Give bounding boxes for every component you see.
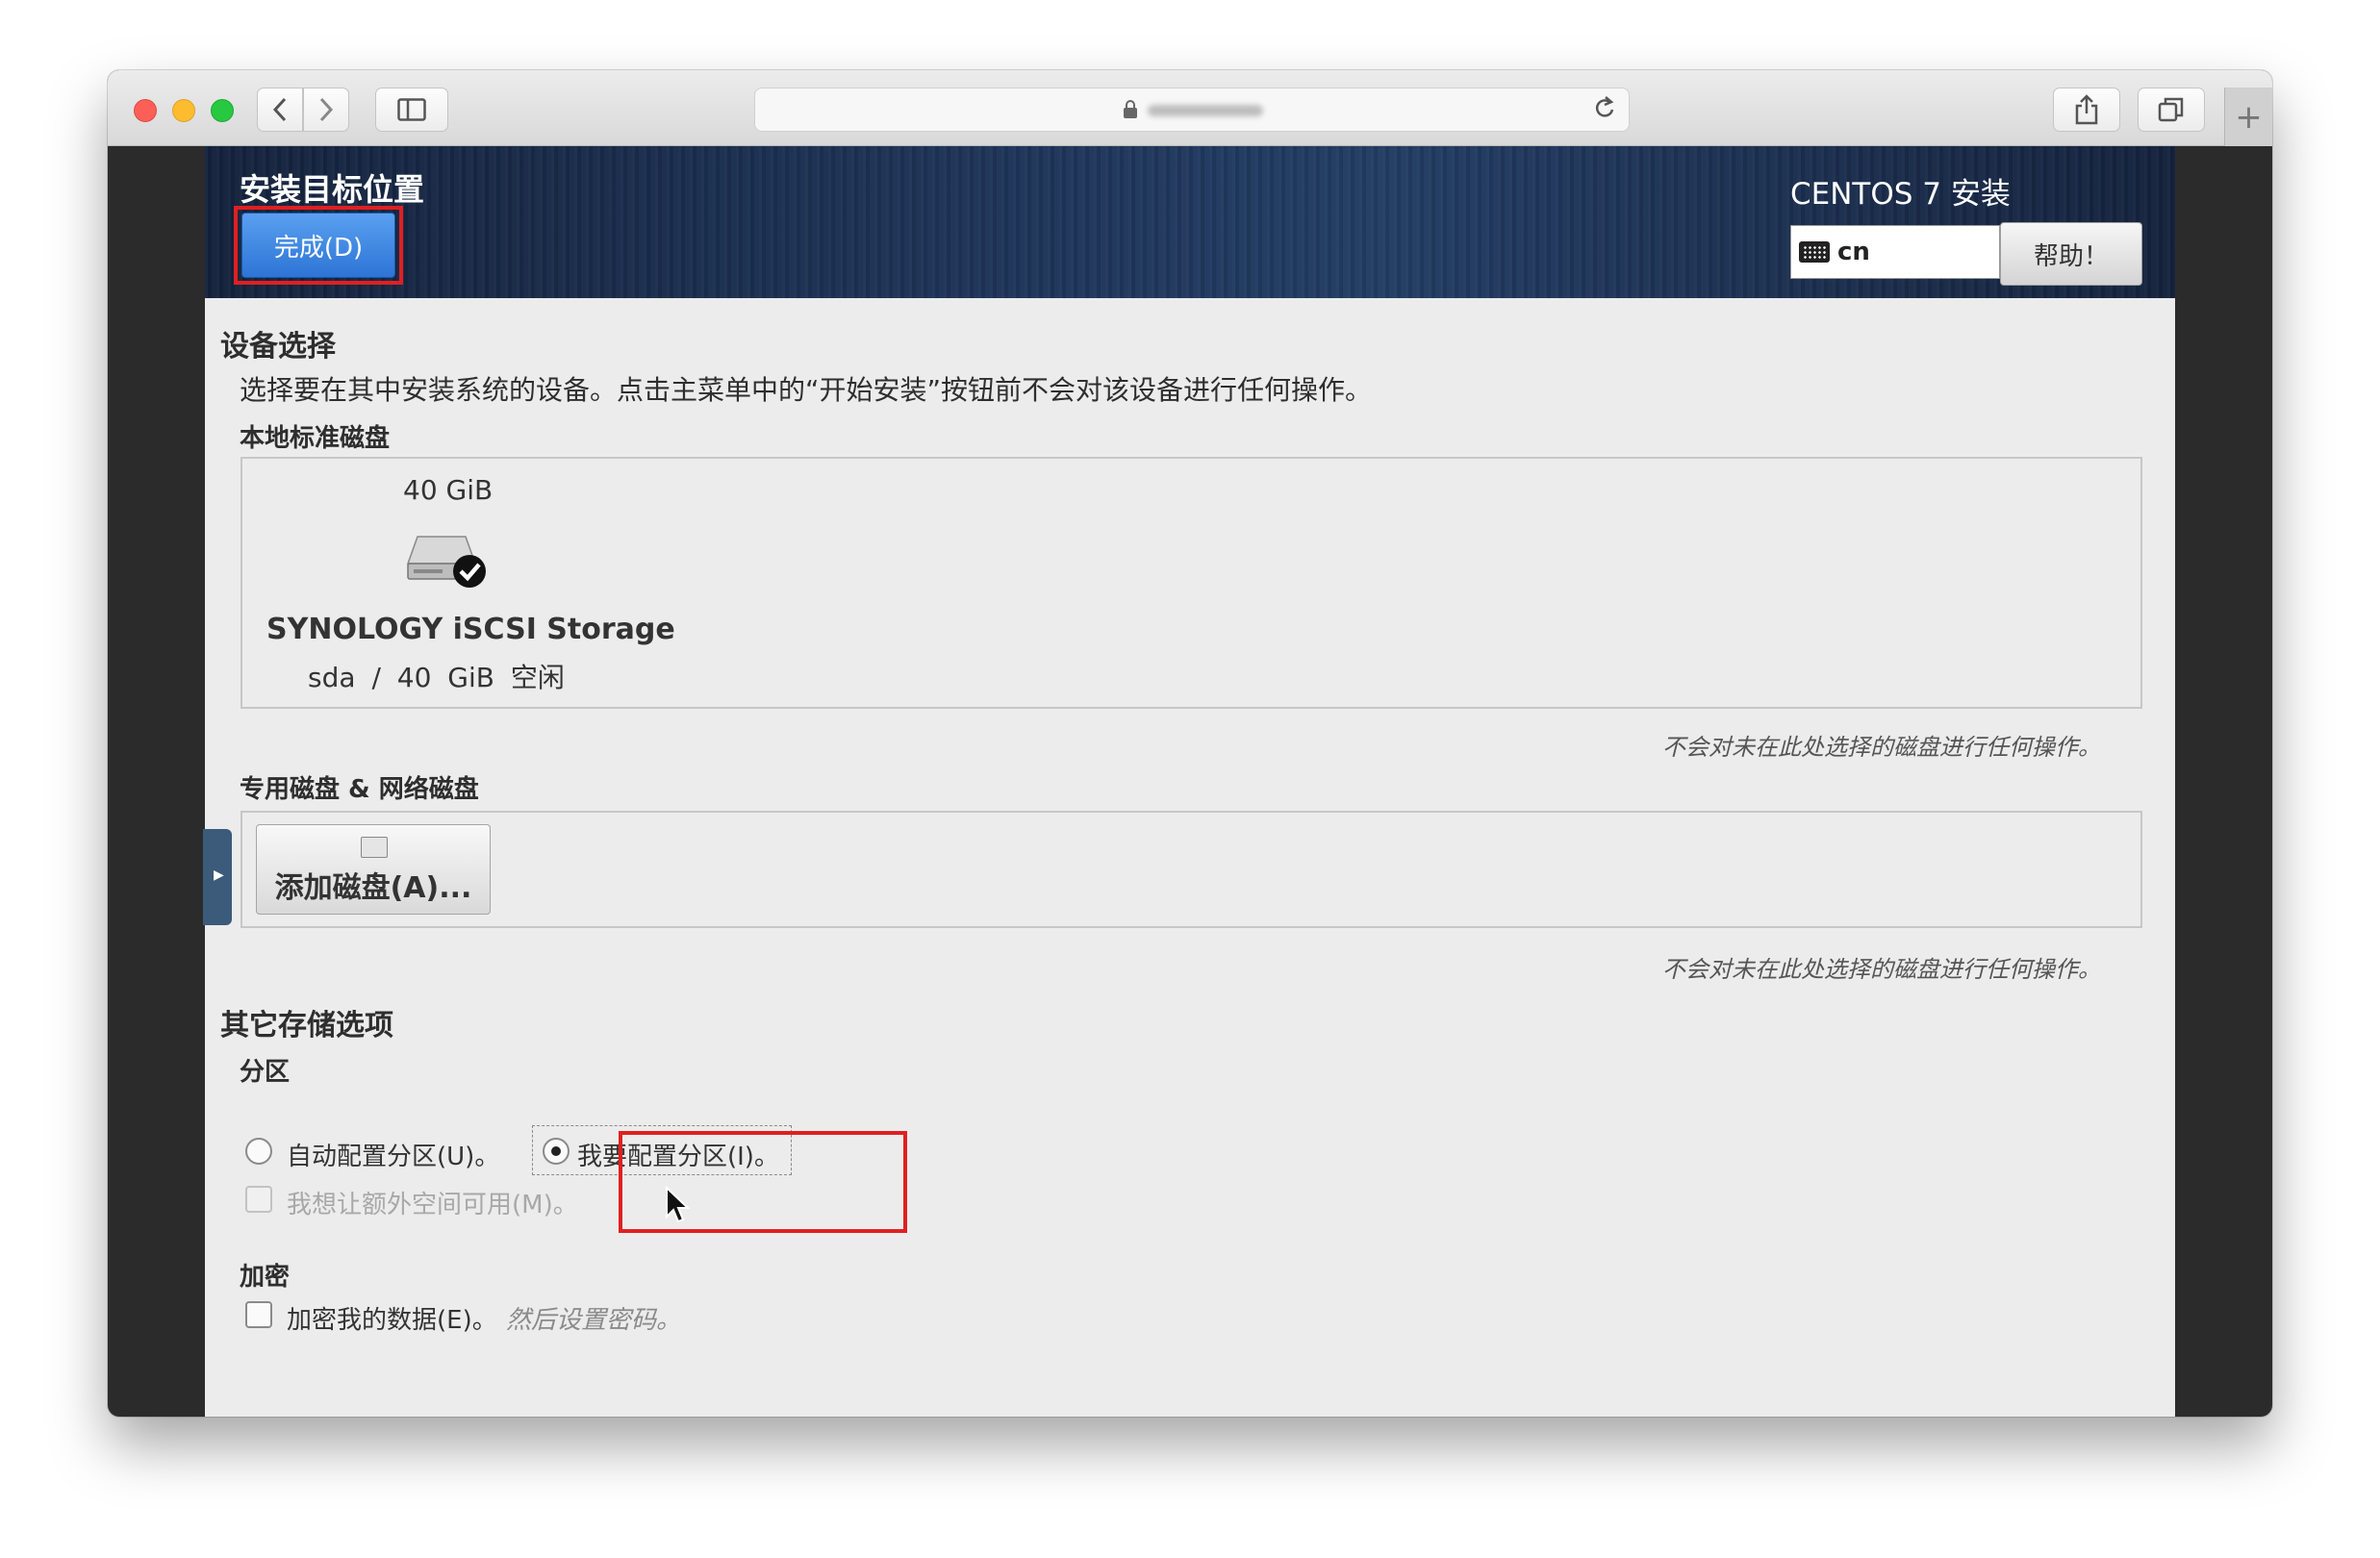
add-disk-label: 添加磁盘(A)... [274, 871, 472, 905]
mouse-cursor-icon [666, 1186, 690, 1223]
auto-partition-label[interactable]: 自动配置分区(U)。 [287, 1137, 499, 1172]
keyboard-layout-label: cn [1837, 238, 1870, 266]
new-tab-button[interactable]: + [2224, 88, 2272, 146]
hard-disk-selected-icon [406, 536, 486, 588]
extra-space-label: 我想让额外空间可用(M)。 [287, 1191, 578, 1219]
browser-window: + ▶ 安装目标位置 完成(D) CENTOS 7 安装 cn 帮助！ 设备选择… [108, 70, 2272, 1417]
installer-area: ▶ 安装目标位置 完成(D) CENTOS 7 安装 cn 帮助！ 设备选择 选… [203, 146, 2175, 1417]
close-window-button[interactable] [134, 99, 157, 122]
special-disks-note: 不会对未在此处选择的磁盘进行任何操作。 [1662, 956, 2101, 983]
lock-icon [1123, 100, 1138, 124]
special-disks-panel: 添加磁盘(A)... [241, 811, 2142, 928]
disk-details: sda / 40 GiB 空闲 [308, 657, 565, 695]
highlight-box-manual-partition [619, 1131, 907, 1233]
keyboard-icon [1799, 241, 1830, 263]
tabs-icon [2158, 97, 2184, 122]
share-button[interactable] [2053, 88, 2120, 132]
blurred-url [1148, 105, 1263, 116]
manual-partition-radio[interactable] [543, 1138, 570, 1165]
local-disks-note: 不会对未在此处选择的磁盘进行任何操作。 [1662, 734, 2101, 761]
encrypt-hint: 然后设置密码。 [506, 1306, 682, 1335]
page-title: 安装目标位置 [240, 171, 425, 208]
device-selection-title: 设备选择 [220, 330, 336, 364]
disk-separator: / [371, 662, 381, 693]
disk-device: sda [308, 662, 356, 693]
disk-add-icon [361, 837, 388, 858]
special-disks-title: 专用磁盘 & 网络磁盘 [240, 775, 479, 804]
browser-toolbar: + [108, 70, 2272, 146]
reload-icon[interactable] [1592, 94, 1617, 131]
partitioning-title: 分区 [240, 1058, 291, 1087]
help-button[interactable]: 帮助！ [2000, 222, 2142, 286]
share-icon [2075, 94, 2098, 125]
sidebar-icon [397, 98, 426, 121]
encrypt-data-checkbox[interactable] [245, 1301, 272, 1328]
keyboard-layout-indicator[interactable]: cn [1790, 225, 2000, 279]
extra-space-checkbox[interactable] [245, 1186, 272, 1213]
tabs-overview-button[interactable] [2138, 88, 2205, 132]
play-icon: ▶ [214, 867, 224, 883]
minimize-window-button[interactable] [172, 99, 195, 122]
local-disks-title: 本地标准磁盘 [240, 424, 391, 453]
disk-name: SYNOLOGY iSCSI Storage [266, 613, 675, 646]
zoom-window-button[interactable] [211, 99, 234, 122]
chevron-right-icon [319, 97, 334, 122]
product-title: CENTOS 7 安装 [1790, 177, 2011, 212]
local-disks-panel: 40 GiB SYNOLOGY iSCSI Storage sda / 40 G… [241, 457, 2142, 709]
back-button[interactable] [257, 88, 303, 132]
encrypt-data-label[interactable]: 加密我的数据(E)。 [287, 1300, 497, 1336]
other-storage-title: 其它存储选项 [220, 1009, 393, 1043]
forward-button[interactable] [303, 88, 349, 132]
chevron-left-icon [272, 97, 287, 122]
done-button[interactable]: 完成(D) [241, 213, 395, 278]
side-panel-handle[interactable]: ▶ [203, 829, 232, 925]
disk-free-space: 40 GiB 空闲 [396, 662, 565, 693]
sidebar-toggle-button[interactable] [375, 88, 448, 132]
disk-size: 40 GiB [403, 474, 494, 506]
auto-partition-radio[interactable] [245, 1138, 272, 1165]
installer-header: 安装目标位置 完成(D) CENTOS 7 安装 cn 帮助！ [205, 146, 2175, 298]
address-bar[interactable] [754, 88, 1630, 132]
encryption-title: 加密 [240, 1263, 291, 1292]
add-disk-button[interactable]: 添加磁盘(A)... [256, 824, 491, 915]
device-selection-description: 选择要在其中安装系统的设备。点击主菜单中的“开始安装”按钮前不会对该设备进行任何… [240, 374, 1373, 406]
